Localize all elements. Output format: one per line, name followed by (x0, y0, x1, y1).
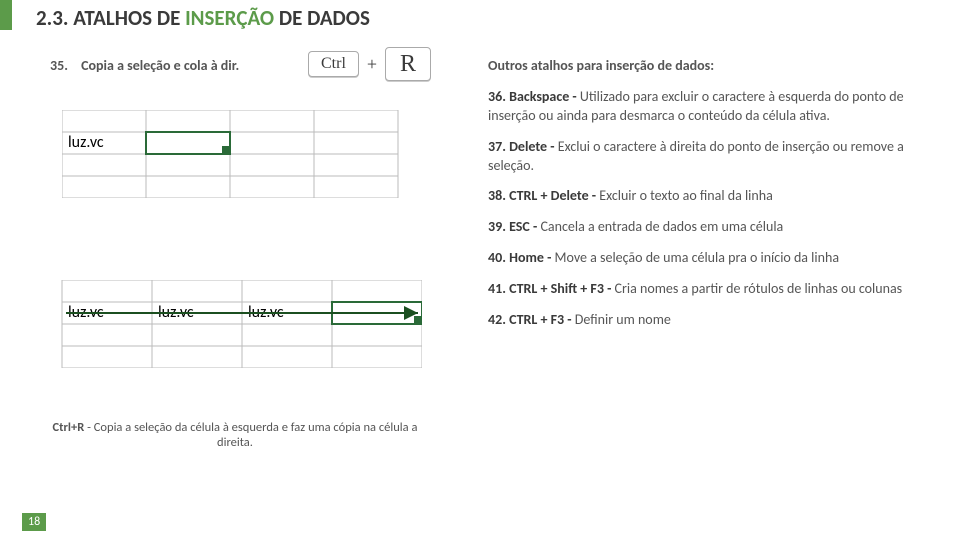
page-number: 18 (22, 513, 46, 531)
item-41: 41. CTRL + Shift + F3 - Cria nomes a par… (488, 280, 948, 299)
figure-after-svg: luz.vc luz.vc luz.vc (42, 280, 422, 368)
item-40: 40. Home - Move a seleção de uma célula … (488, 249, 948, 268)
figure-after: luz.vc luz.vc luz.vc (42, 280, 422, 368)
right-intro: Outros atalhos para inserção de dados: (488, 57, 948, 76)
figure-caption: Ctrl+R - Copia a seleção da célula à esq… (40, 420, 430, 450)
section-post: DE DADOS (274, 5, 370, 31)
section-title: 2.3. ATALHOS DE INSERÇÃO DE DADOS (36, 5, 370, 31)
key-r: R (385, 47, 431, 81)
item-35: 35. Copia a seleção e cola à dir. (50, 57, 239, 74)
section-pre: ATALHOS DE (73, 5, 185, 31)
figure-before: luz.vc (62, 110, 400, 198)
item-35-text: Copia a seleção e cola à dir. (81, 57, 239, 74)
section-number: 2.3. (36, 5, 69, 31)
item-42: 42. CTRL + F3 - Definir um nome (488, 311, 948, 330)
caption-text: - Copia a seleção da célula à esquerda e… (84, 420, 417, 450)
item-38: 38. CTRL + Delete - Excluir o texto ao f… (488, 187, 948, 206)
key-ctrl: Ctrl (308, 51, 359, 77)
key-plus: + (367, 54, 377, 75)
item-37: 37. Delete - Exclui o caractere à direit… (488, 138, 948, 176)
key-combo: Ctrl + R (308, 47, 431, 81)
fig1-cell-text: luz.vc (68, 133, 104, 152)
figure-before-svg: luz.vc (62, 110, 400, 198)
item-35-num: 35. (50, 57, 68, 74)
section-accent: INSERÇÃO (185, 5, 274, 31)
section-marker (0, 0, 12, 30)
right-column: Outros atalhos para inserção de dados: 3… (488, 57, 948, 342)
item-36: 36. Backspace - Utilizado para excluir o… (488, 88, 948, 126)
caption-bold: Ctrl+R (53, 420, 85, 435)
item-39: 39. ESC - Cancela a entrada de dados em … (488, 218, 948, 237)
